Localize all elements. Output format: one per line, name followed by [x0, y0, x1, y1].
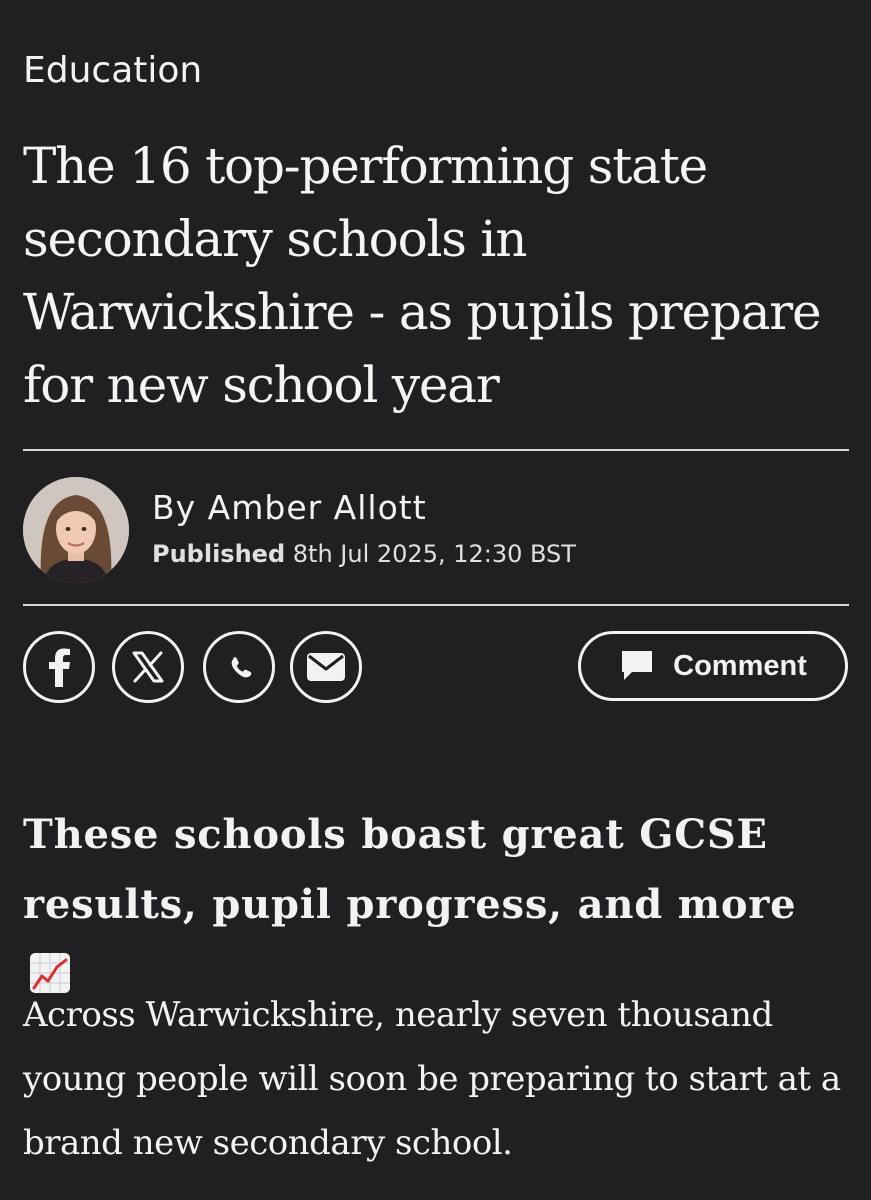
comment-label: Comment — [673, 649, 807, 682]
published-date: 8th Jul 2025, 12:30 BST — [292, 540, 576, 568]
author-byline[interactable]: By Amber Allott — [152, 488, 427, 527]
share-facebook-button[interactable] — [23, 631, 95, 703]
published-label: Published — [152, 540, 286, 568]
article-standfirst: These schools boast great GCSE results, … — [23, 800, 853, 1010]
article-headline: The 16 top-performing state secondary sc… — [23, 137, 822, 414]
comment-icon — [622, 651, 653, 680]
divider — [23, 604, 849, 606]
article-body-paragraph: Across Warwickshire, nearly seven thousa… — [23, 995, 841, 1163]
divider — [23, 449, 849, 451]
facebook-icon — [49, 648, 70, 687]
x-icon — [132, 651, 164, 683]
share-whatsapp-button[interactable] — [203, 631, 275, 703]
author-avatar[interactable] — [23, 477, 129, 583]
category-link[interactable]: Education — [23, 50, 202, 91]
standfirst-text: These schools boast great GCSE results, … — [23, 811, 797, 928]
share-x-button[interactable] — [112, 631, 184, 703]
email-icon — [307, 653, 345, 681]
comment-button[interactable]: Comment — [578, 631, 848, 701]
whatsapp-icon — [231, 657, 252, 678]
publish-info: Published 8th Jul 2025, 12:30 BST — [152, 540, 576, 568]
share-email-button[interactable] — [290, 631, 362, 703]
